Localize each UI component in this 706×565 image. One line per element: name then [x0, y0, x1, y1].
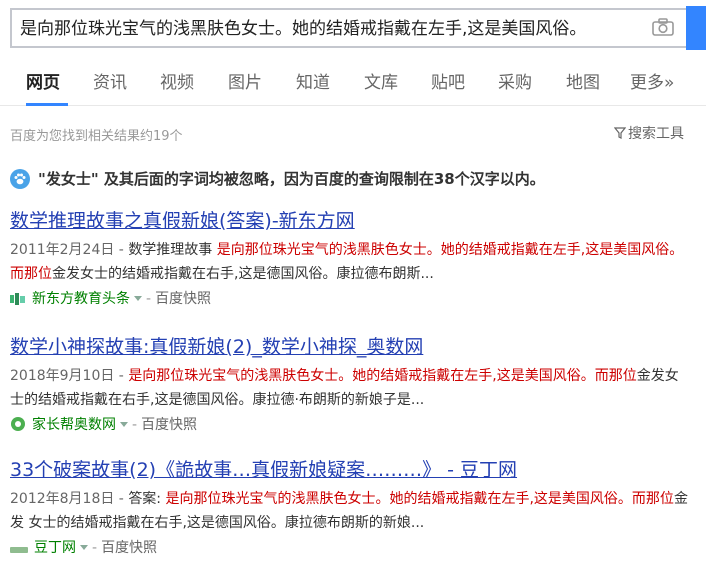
separator: -: [92, 540, 98, 556]
search-result: 33个破案故事(2)《詭故事…真假新娘疑案………》 - 豆丁网 2012年8月1…: [10, 457, 700, 562]
chevron-down-icon[interactable]: [134, 296, 142, 301]
result-date: 2018年9月10日 -: [10, 368, 129, 384]
result-count: 百度为您找到相关结果约19个: [10, 129, 183, 144]
abstract-highlight: 是向那位珠光宝气的浅黑肤色女士。她的结婚戒指戴在左手,这是美国风俗。而那位: [165, 491, 674, 507]
filter-icon: [613, 127, 627, 139]
abstract-prefix: 数学推理故事: [128, 242, 217, 258]
snapshot-link[interactable]: 百度快照: [101, 540, 157, 556]
search-input[interactable]: 是向那位珠光宝气的浅黑肤色女士。她的结婚戒指戴在左手,这是美国风俗。: [20, 17, 645, 41]
search-tools-button[interactable]: 搜索工具: [613, 123, 684, 143]
tab-tieba[interactable]: 贴吧: [431, 72, 465, 94]
query-truncated-notice: "发女士" 及其后面的字词均被忽略，因为百度的查询限制在38个汉字以内。: [10, 168, 545, 189]
abstract-prefix: 答案:: [128, 491, 166, 507]
result-site-name[interactable]: 新东方教育头条: [32, 291, 130, 307]
abstract-highlight: 是向那位珠光宝气的浅黑肤色女士。她的结婚戒指戴在左手,这是美国风俗。而那位: [128, 368, 637, 384]
tab-purchase[interactable]: 采购: [498, 72, 532, 94]
search-tools-label: 搜索工具: [628, 126, 684, 142]
result-site-name[interactable]: 豆丁网: [34, 540, 76, 556]
site-logo-icon: [10, 291, 26, 313]
tab-map[interactable]: 地图: [566, 72, 600, 94]
result-title-link[interactable]: 33个破案故事(2)《詭故事…真假新娘疑案………》 - 豆丁网: [10, 457, 700, 483]
result-title-link[interactable]: 数学小神探故事:真假新娘(2)_数学小神探_奥数网: [10, 334, 700, 360]
result-date: 2011年2月24日 -: [10, 242, 129, 258]
search-result: 数学推理故事之真假新娘(答案)-新东方网 2011年2月24日 - 数学推理故事…: [10, 208, 700, 313]
active-tab-indicator: [26, 103, 68, 106]
chevron-down-icon[interactable]: [80, 545, 88, 550]
tab-images[interactable]: 图片: [228, 72, 262, 94]
result-abstract: 2011年2月24日 - 数学推理故事 是向那位珠光宝气的浅黑肤色女士。她的结婚…: [10, 238, 690, 286]
top-bar: 是向那位珠光宝气的浅黑肤色女士。她的结婚戒指戴在左手,这是美国风俗。: [0, 0, 706, 60]
tab-zhidao[interactable]: 知道: [296, 72, 330, 94]
result-date: 2012年8月18日 -: [10, 491, 129, 507]
site-logo-icon: [10, 416, 26, 439]
separator: -: [146, 291, 152, 307]
search-result: 数学小神探故事:真假新娘(2)_数学小神探_奥数网 2018年9月10日 - 是…: [10, 334, 700, 439]
search-box[interactable]: 是向那位珠光宝气的浅黑肤色女士。她的结婚戒指戴在左手,这是美国风俗。: [10, 8, 686, 48]
result-source: 豆丁网 - 百度快照: [10, 537, 700, 562]
notice-text: "发女士" 及其后面的字词均被忽略，因为百度的查询限制在38个汉字以内。: [38, 170, 545, 188]
site-logo-icon: [10, 540, 28, 562]
result-source: 新东方教育头条 - 百度快照: [10, 288, 700, 313]
snapshot-link[interactable]: 百度快照: [141, 417, 197, 433]
snapshot-link[interactable]: 百度快照: [155, 291, 211, 307]
paw-icon: [10, 169, 30, 189]
camera-icon[interactable]: [652, 18, 674, 36]
tab-more[interactable]: 更多»: [630, 72, 674, 94]
tab-news[interactable]: 资讯: [93, 72, 127, 94]
tab-video[interactable]: 视频: [160, 72, 194, 94]
result-abstract: 2012年8月18日 - 答案: 是向那位珠光宝气的浅黑肤色女士。她的结婚戒指戴…: [10, 487, 690, 535]
tab-wenku[interactable]: 文库: [364, 72, 398, 94]
result-site-name[interactable]: 家长帮奥数网: [32, 417, 116, 433]
result-title-link[interactable]: 数学推理故事之真假新娘(答案)-新东方网: [10, 208, 700, 234]
tab-web[interactable]: 网页: [26, 72, 60, 94]
result-abstract: 2018年9月10日 - 是向那位珠光宝气的浅黑肤色女士。她的结婚戒指戴在左手,…: [10, 364, 690, 412]
result-source: 家长帮奥数网 - 百度快照: [10, 414, 700, 439]
tab-bar: 网页 资讯 视频 图片 知道 文库 贴吧 采购 地图 更多»: [0, 60, 706, 106]
chevron-down-icon[interactable]: [120, 422, 128, 427]
separator: -: [132, 417, 138, 433]
abstract-rest: 金发女士的结婚戒指戴在右手,这是德国风俗。康拉德布朗斯...: [52, 266, 434, 282]
search-button[interactable]: [686, 6, 706, 50]
